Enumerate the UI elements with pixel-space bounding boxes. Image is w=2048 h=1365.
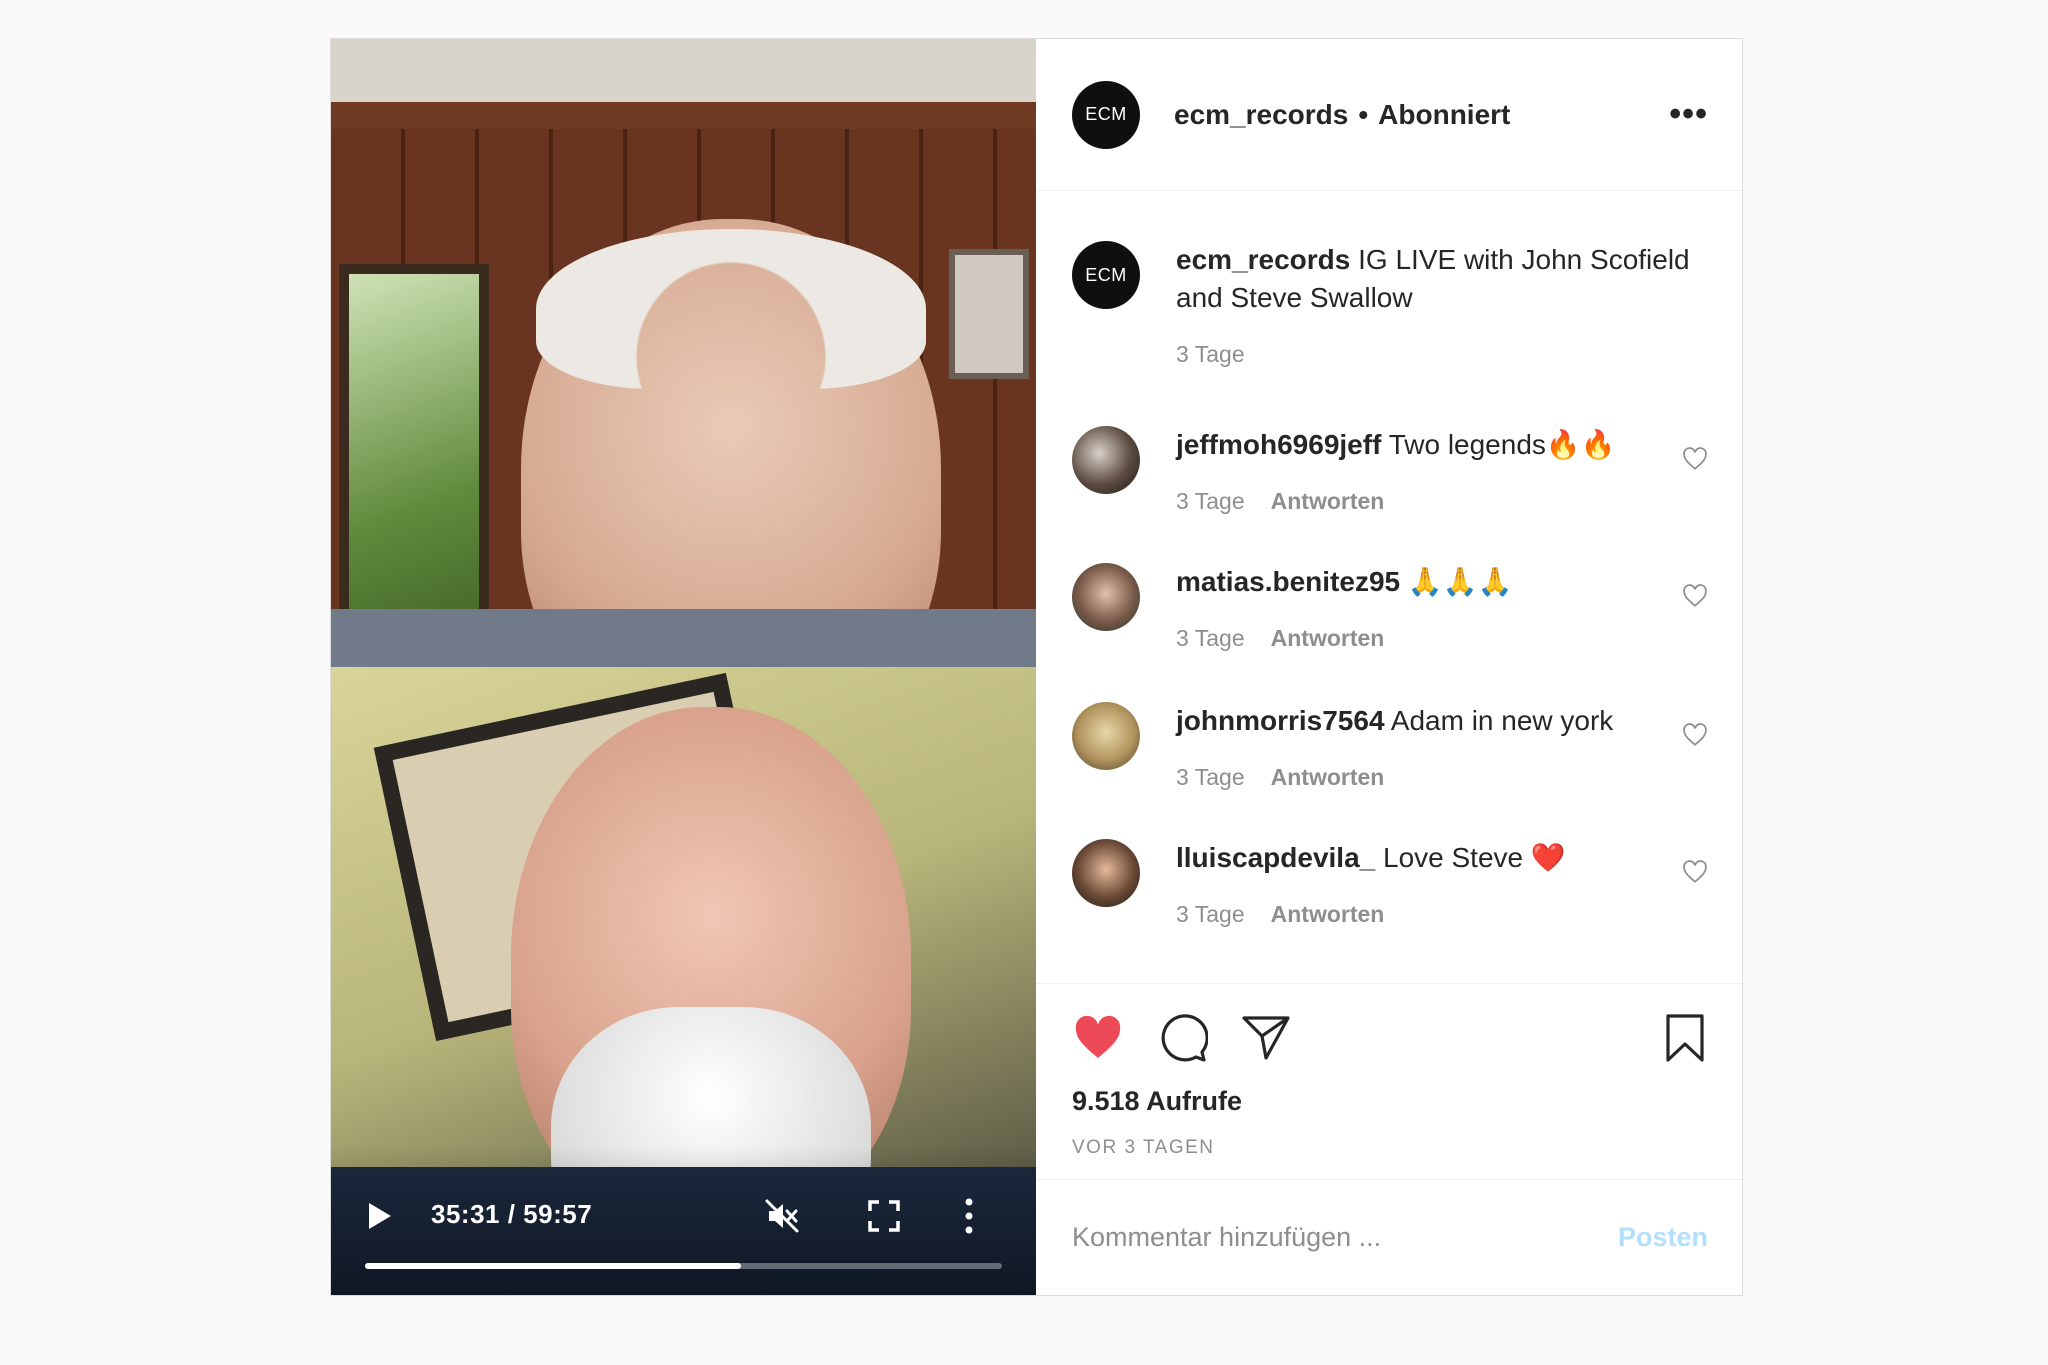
bookmark-icon[interactable] — [1662, 1012, 1708, 1064]
comment-time: 3 Tage — [1176, 488, 1245, 514]
action-bar — [1072, 1012, 1708, 1064]
video-player[interactable]: 35:31 / 59:57 — [331, 39, 1036, 1295]
like-comment-heart-icon[interactable] — [1682, 446, 1708, 472]
comment-item: johnmorris7564 Adam in new york 3 Tage A… — [1072, 702, 1708, 791]
post-date: VOR 3 TAGEN — [1072, 1137, 1215, 1158]
comment-time: 3 Tage — [1176, 625, 1245, 651]
comment-bubble-icon[interactable] — [1156, 1012, 1208, 1064]
comment-username[interactable]: johnmorris7564 — [1176, 705, 1385, 736]
video-controls: 35:31 / 59:57 — [331, 1145, 1036, 1295]
comment-item: matias.benitez95 🙏🙏🙏 3 Tage Antworten — [1072, 563, 1708, 652]
post-header: ECM ecm_records • Abonniert ••• — [1036, 39, 1742, 191]
video-progress-bar[interactable] — [365, 1263, 1002, 1269]
instagram-post: 35:31 / 59:57 ECM ecm_records • Abonnier… — [330, 38, 1743, 1296]
like-comment-heart-icon[interactable] — [1682, 583, 1708, 609]
comment-avatar[interactable] — [1072, 702, 1140, 770]
video-time: 35:31 / 59:57 — [431, 1199, 593, 1229]
like-comment-heart-icon[interactable] — [1682, 722, 1708, 748]
video-frame-top — [331, 39, 1036, 667]
caption-avatar[interactable]: ECM — [1072, 241, 1140, 309]
caption-text: ecm_records IG LIVE with John Scofield a… — [1176, 241, 1708, 317]
comment-input[interactable] — [1072, 1222, 1618, 1253]
comment-text: Adam in new york — [1390, 705, 1614, 736]
comment-item: lluiscapdevila_ Love Steve ❤️ 3 Tage Ant… — [1072, 839, 1708, 928]
fullscreen-icon[interactable] — [867, 1199, 901, 1233]
reply-button[interactable]: Antworten — [1271, 764, 1385, 791]
more-options-vertical-icon[interactable] — [963, 1197, 975, 1235]
reply-button[interactable]: Antworten — [1271, 901, 1385, 928]
comment-username[interactable]: lluiscapdevila_ — [1176, 842, 1375, 873]
play-icon[interactable] — [367, 1201, 393, 1231]
post-comment-button[interactable]: Posten — [1618, 1222, 1708, 1253]
add-comment-bar: Posten — [1036, 1179, 1742, 1295]
comment-avatar[interactable] — [1072, 563, 1140, 631]
post-side-panel: ECM ecm_records • Abonniert ••• ECM ecm_… — [1036, 39, 1742, 1295]
comment-text: 🙏🙏🙏 — [1407, 566, 1513, 597]
more-options-icon[interactable]: ••• — [1669, 95, 1708, 134]
follow-status[interactable]: Abonniert — [1378, 99, 1510, 131]
comment-text: Love Steve ❤️ — [1383, 842, 1566, 873]
header-username[interactable]: ecm_records — [1174, 99, 1348, 131]
view-count[interactable]: 9.518 Aufrufe — [1072, 1086, 1708, 1117]
comment-time: 3 Tage — [1176, 901, 1245, 927]
comment-username[interactable]: jeffmoh6969jeff — [1176, 429, 1381, 460]
comment-item: jeffmoh6969jeff Two legends🔥🔥 3 Tage Ant… — [1072, 426, 1708, 515]
post-actions-area: 9.518 Aufrufe VOR 3 TAGEN — [1036, 983, 1742, 1179]
comment-username[interactable]: matias.benitez95 — [1176, 566, 1400, 597]
ecm-avatar[interactable]: ECM — [1072, 80, 1140, 149]
header-separator: • — [1358, 98, 1369, 130]
caption-time: 3 Tage — [1176, 341, 1245, 367]
comment-text: Two legends🔥🔥 — [1388, 429, 1616, 460]
video-progress-fill — [365, 1263, 741, 1269]
reply-button[interactable]: Antworten — [1271, 625, 1385, 652]
reply-button[interactable]: Antworten — [1271, 488, 1385, 515]
comments-list[interactable]: ECM ecm_records IG LIVE with John Scofie… — [1036, 191, 1742, 983]
comment-avatar[interactable] — [1072, 839, 1140, 907]
comment-time: 3 Tage — [1176, 764, 1245, 790]
comment-avatar[interactable] — [1072, 426, 1140, 494]
caption: ECM ecm_records IG LIVE with John Scofie… — [1072, 241, 1708, 368]
caption-username[interactable]: ecm_records — [1176, 244, 1350, 275]
like-heart-icon[interactable] — [1072, 1012, 1124, 1064]
share-paper-plane-icon[interactable] — [1240, 1012, 1292, 1064]
muted-volume-icon[interactable] — [763, 1197, 801, 1235]
like-comment-heart-icon[interactable] — [1682, 859, 1708, 885]
